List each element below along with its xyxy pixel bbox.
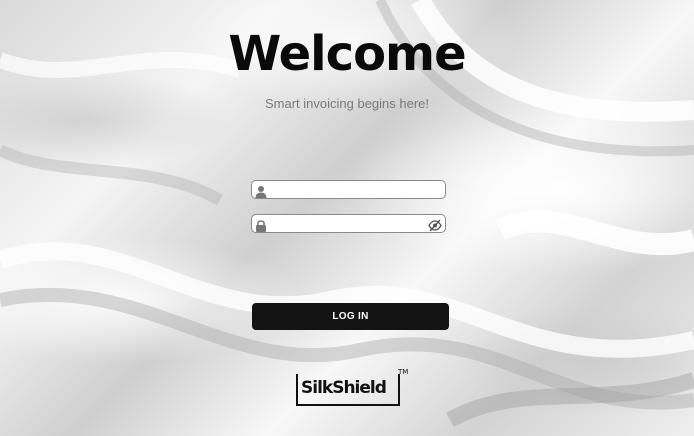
user-icon bbox=[255, 183, 267, 198]
trademark-mark: TM bbox=[398, 368, 409, 376]
silkshield-logo: SilkShield TM bbox=[296, 368, 409, 410]
login-button[interactable]: LOG IN bbox=[252, 303, 449, 330]
lock-icon bbox=[255, 217, 267, 232]
username-input[interactable] bbox=[270, 181, 420, 198]
username-field[interactable] bbox=[251, 180, 446, 199]
eye-slash-icon[interactable] bbox=[428, 217, 442, 232]
page-subtitle: Smart invoicing begins here! bbox=[264, 96, 430, 111]
password-field[interactable] bbox=[251, 214, 446, 233]
page-title: Welcome bbox=[228, 26, 466, 82]
password-input[interactable] bbox=[270, 215, 420, 232]
logo-text: SilkShield bbox=[301, 378, 387, 398]
